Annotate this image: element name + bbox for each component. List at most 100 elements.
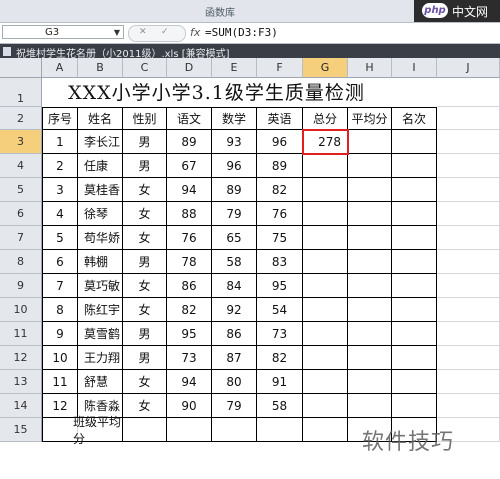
table-cell[interactable]	[303, 154, 348, 178]
table-cell[interactable]: 65	[212, 226, 257, 250]
table-cell[interactable]: 95	[257, 274, 303, 298]
table-cell[interactable]: 徐琴	[78, 202, 123, 226]
table-cell[interactable]	[392, 370, 437, 394]
table-cell[interactable]: 91	[257, 370, 303, 394]
row-header-8[interactable]: 8	[0, 250, 42, 274]
column-header-d[interactable]: D	[167, 58, 212, 78]
table-cell[interactable]	[348, 178, 392, 202]
table-cell[interactable]	[348, 346, 392, 370]
header-cell[interactable]: 平均分	[348, 107, 392, 130]
insert-function-button[interactable]: fx	[190, 26, 200, 39]
header-cell[interactable]: 数学	[212, 107, 257, 130]
table-cell[interactable]	[303, 226, 348, 250]
table-cell[interactable]: 女	[123, 370, 167, 394]
cell[interactable]	[437, 274, 500, 298]
row-header-9[interactable]: 9	[0, 274, 42, 298]
table-cell[interactable]: 82	[257, 346, 303, 370]
table-cell[interactable]: 92	[212, 298, 257, 322]
column-header-i[interactable]: I	[392, 58, 437, 78]
table-cell[interactable]: 82	[167, 298, 212, 322]
table-cell[interactable]: 女	[123, 394, 167, 418]
spreadsheet-grid[interactable]: A B C D E F G H I J 1 2 3 4 5 6 7 8 9 10 11 12 13 14 15 XXX小学小学3.…	[0, 58, 500, 479]
table-cell[interactable]: 88	[167, 202, 212, 226]
table-cell[interactable]: 男	[123, 346, 167, 370]
table-cell[interactable]: 58	[212, 250, 257, 274]
table-cell[interactable]: 80	[212, 370, 257, 394]
table-cell[interactable]	[303, 202, 348, 226]
row-header-7[interactable]: 7	[0, 226, 42, 250]
row-header-10[interactable]: 10	[0, 298, 42, 322]
enter-icon[interactable]: ✓	[161, 27, 169, 37]
row-header-14[interactable]: 14	[0, 394, 42, 418]
cell[interactable]	[437, 322, 500, 346]
table-cell[interactable]	[303, 250, 348, 274]
table-cell[interactable]: 男	[123, 250, 167, 274]
table-cell[interactable]	[303, 370, 348, 394]
table-cell[interactable]: 75	[257, 226, 303, 250]
column-header-a[interactable]: A	[42, 58, 78, 78]
table-cell[interactable]: 89	[257, 154, 303, 178]
table-cell[interactable]	[303, 394, 348, 418]
table-cell[interactable]	[303, 322, 348, 346]
active-cell-selection[interactable]	[302, 129, 349, 155]
header-cell[interactable]: 英语	[257, 107, 303, 130]
table-cell[interactable]: 王力翔	[78, 346, 123, 370]
cell[interactable]	[437, 178, 500, 202]
table-cell[interactable]	[348, 130, 392, 154]
table-cell[interactable]: 苟华娇	[78, 226, 123, 250]
table-cell[interactable]	[303, 346, 348, 370]
table-cell[interactable]: 54	[257, 298, 303, 322]
table-cell[interactable]: 95	[167, 322, 212, 346]
select-all-corner[interactable]	[0, 58, 42, 78]
table-cell[interactable]: 男	[123, 322, 167, 346]
table-cell[interactable]: 女	[123, 202, 167, 226]
cell[interactable]	[437, 298, 500, 322]
row-header-1[interactable]: 1	[0, 78, 42, 107]
header-cell[interactable]: 姓名	[78, 107, 123, 130]
header-cell[interactable]: 语文	[167, 107, 212, 130]
table-cell[interactable]	[348, 322, 392, 346]
table-cell[interactable]: 女	[123, 298, 167, 322]
table-cell[interactable]: 男	[123, 130, 167, 154]
cancel-icon[interactable]: ✕	[139, 27, 147, 37]
table-cell[interactable]	[348, 274, 392, 298]
table-cell[interactable]: 韩棚	[78, 250, 123, 274]
cell[interactable]	[437, 250, 500, 274]
table-cell[interactable]	[348, 154, 392, 178]
name-box[interactable]: G3 ▼	[2, 25, 124, 39]
table-cell[interactable]: 76	[167, 226, 212, 250]
table-cell[interactable]	[392, 202, 437, 226]
column-header-j[interactable]: J	[437, 58, 500, 78]
table-cell[interactable]: 58	[257, 394, 303, 418]
table-cell[interactable]: 89	[167, 130, 212, 154]
table-cell[interactable]	[392, 298, 437, 322]
table-cell[interactable]: 男	[123, 154, 167, 178]
table-cell[interactable]: 83	[257, 250, 303, 274]
table-cell[interactable]	[123, 418, 167, 442]
cell[interactable]	[437, 226, 500, 250]
table-cell[interactable]: 79	[212, 394, 257, 418]
column-header-e[interactable]: E	[212, 58, 257, 78]
cell[interactable]	[437, 154, 500, 178]
table-cell[interactable]	[392, 130, 437, 154]
row-header-3[interactable]: 3	[0, 130, 42, 154]
table-cell[interactable]: 86	[212, 322, 257, 346]
table-cell[interactable]: 女	[123, 226, 167, 250]
table-cell[interactable]: 90	[167, 394, 212, 418]
table-cell[interactable]	[303, 298, 348, 322]
table-cell[interactable]	[212, 418, 257, 442]
table-cell[interactable]: 1	[42, 130, 78, 154]
table-cell[interactable]	[392, 226, 437, 250]
table-cell[interactable]: 2	[42, 154, 78, 178]
table-cell[interactable]	[348, 250, 392, 274]
table-cell[interactable]: 10	[42, 346, 78, 370]
row-header-4[interactable]: 4	[0, 154, 42, 178]
table-cell[interactable]	[392, 322, 437, 346]
table-cell[interactable]: 8	[42, 298, 78, 322]
table-cell[interactable]: 96	[212, 154, 257, 178]
header-cell[interactable]: 性别	[123, 107, 167, 130]
table-cell[interactable]: 94	[167, 370, 212, 394]
table-cell[interactable]	[392, 178, 437, 202]
formula-input[interactable]: =SUM(D3:F3)	[205, 26, 278, 39]
table-cell[interactable]	[303, 418, 348, 442]
